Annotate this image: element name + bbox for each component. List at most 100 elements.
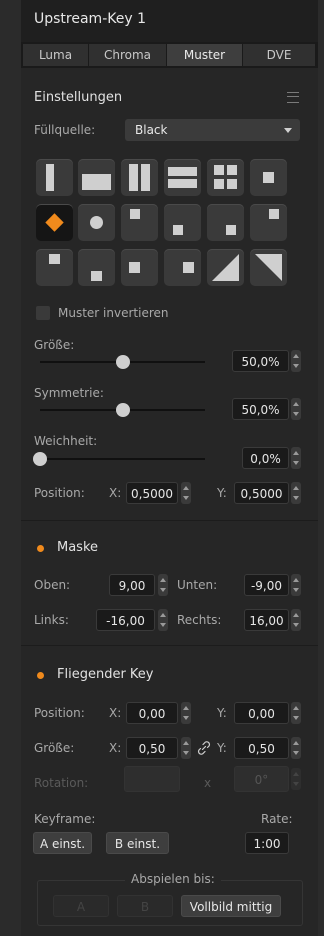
symmetry-value-field[interactable]: 50,0% <box>232 398 289 420</box>
pattern-shape <box>227 165 237 175</box>
size-stepper[interactable] <box>291 350 301 372</box>
fk-position-x-stepper[interactable] <box>181 702 191 724</box>
fk-position-y-field[interactable]: 0,00 <box>234 702 289 724</box>
softness-value-field[interactable]: 0,0% <box>242 447 289 469</box>
fill-source-label: Füllquelle: <box>34 123 96 137</box>
pattern-shape <box>91 271 102 281</box>
fk-rotation-count-field <box>124 766 180 792</box>
pattern-bottom-left-box-button[interactable] <box>164 204 201 241</box>
mask-bottom-stepper[interactable] <box>291 574 301 596</box>
pattern-shape <box>269 209 279 219</box>
rate-field[interactable]: 1:00 <box>245 832 289 854</box>
symmetry-slider-knob[interactable] <box>115 403 130 417</box>
pattern-circle-button[interactable] <box>78 204 115 241</box>
pattern-shape <box>129 164 138 191</box>
invert-pattern-checkbox[interactable] <box>36 306 50 320</box>
position-x-stepper[interactable] <box>181 482 191 504</box>
softness-slider-track[interactable] <box>40 458 205 460</box>
size-value-field[interactable]: 50,0% <box>232 350 289 372</box>
pattern-top-right-box-button[interactable] <box>250 204 287 241</box>
mask-right-stepper[interactable] <box>291 609 301 631</box>
diagonal-wipe-left-icon <box>212 254 239 281</box>
pattern-shape <box>173 225 183 235</box>
mask-left-stepper[interactable] <box>158 609 168 631</box>
diamond-icon <box>45 213 64 232</box>
fk-size-x-stepper[interactable] <box>181 737 191 759</box>
fk-rotation-label: Rotation: <box>34 776 89 790</box>
pattern-shape <box>130 209 140 219</box>
fill-source-value: Black <box>135 123 168 137</box>
fk-position-x-label: X: <box>109 706 122 720</box>
fk-position-y-stepper[interactable] <box>291 702 301 724</box>
set-b-button[interactable]: B einst. <box>106 832 169 854</box>
fk-position-y-label: Y: <box>217 706 227 720</box>
mask-right-label: Rechts: <box>177 613 222 627</box>
fk-rotation-x-label: x <box>204 776 212 790</box>
pattern-horizontal-bar-button[interactable] <box>78 159 115 196</box>
pattern-shape <box>82 174 111 190</box>
symmetry-stepper[interactable] <box>291 398 301 420</box>
pattern-right-center-box-button[interactable] <box>164 249 201 286</box>
position-y-field[interactable]: 0,5000 <box>234 482 289 504</box>
fk-rotation-field: 0° <box>234 766 289 792</box>
pattern-diamond-button[interactable] <box>36 204 73 241</box>
diagonal-wipe-right-icon <box>255 254 282 281</box>
pattern-shape <box>214 179 224 189</box>
title-bar: Upstream-Key 1 <box>21 0 318 42</box>
play-to-full-center-button[interactable]: Vollbild mittig <box>181 895 281 917</box>
pattern-bottom-right-box-button[interactable] <box>207 204 244 241</box>
flying-key-enabled-indicator[interactable] <box>37 672 44 679</box>
mask-bottom-label: Unten: <box>177 578 218 592</box>
size-slider-knob[interactable] <box>115 355 130 369</box>
mask-heading: Maske <box>57 540 99 555</box>
menu-icon[interactable] <box>287 92 299 103</box>
tab-bar: Luma Chroma Muster DVE <box>21 42 318 68</box>
tab-chroma[interactable]: Chroma <box>89 44 167 66</box>
pattern-shape <box>168 179 197 188</box>
upstream-key-panel: Upstream-Key 1 Luma Chroma Muster DVE Ei… <box>21 0 318 936</box>
softness-slider-knob[interactable] <box>33 452 47 466</box>
tab-muster[interactable]: Muster <box>167 44 243 66</box>
position-y-label: Y: <box>217 486 227 500</box>
keyframe-label: Keyframe: <box>34 812 96 826</box>
fill-source-dropdown[interactable]: Black <box>125 119 300 141</box>
position-x-label: X: <box>109 486 122 500</box>
mask-left-field[interactable]: -16,00 <box>96 609 155 631</box>
pattern-diagonal-left-button[interactable] <box>207 249 244 286</box>
mask-top-stepper[interactable] <box>158 574 168 596</box>
mask-enabled-indicator[interactable] <box>37 545 44 552</box>
fk-size-x-field[interactable]: 0,50 <box>126 737 178 759</box>
play-to-b-button[interactable]: B <box>117 895 173 917</box>
pattern-two-horizontal-bars-button[interactable] <box>164 159 201 196</box>
pattern-shape <box>129 262 140 273</box>
link-icon[interactable] <box>197 741 211 755</box>
play-to-a-button[interactable]: A <box>53 895 109 917</box>
tab-luma[interactable]: Luma <box>23 44 89 66</box>
pattern-four-squares-button[interactable] <box>207 159 244 196</box>
pattern-shape <box>263 172 274 183</box>
softness-stepper[interactable] <box>291 447 301 469</box>
mask-top-field[interactable]: 9,00 <box>109 574 155 596</box>
fk-position-x-field[interactable]: 0,00 <box>126 702 178 724</box>
fk-size-y-field[interactable]: 0,50 <box>234 737 289 759</box>
mask-right-field[interactable]: 16,00 <box>244 609 289 631</box>
softness-label: Weichheit: <box>34 434 98 448</box>
pattern-diagonal-right-button[interactable] <box>250 249 287 286</box>
position-y-stepper[interactable] <box>291 482 301 504</box>
pattern-left-bar-button[interactable] <box>36 159 73 196</box>
pattern-top-left-box-button[interactable] <box>121 204 158 241</box>
mask-left-label: Links: <box>34 613 69 627</box>
pattern-center-square-button[interactable] <box>250 159 287 196</box>
tab-dve[interactable]: DVE <box>243 44 316 66</box>
pattern-two-vertical-bars-button[interactable] <box>121 159 158 196</box>
position-x-field[interactable]: 0,5000 <box>126 482 178 504</box>
set-a-button[interactable]: A einst. <box>33 832 92 854</box>
mask-bottom-field[interactable]: -9,00 <box>244 574 289 596</box>
pattern-shape <box>226 225 236 235</box>
pattern-top-center-box-button[interactable] <box>36 249 73 286</box>
chevron-down-icon <box>284 128 292 133</box>
pattern-left-center-box-button[interactable] <box>121 249 158 286</box>
pattern-bottom-center-box-button[interactable] <box>78 249 115 286</box>
fk-size-x-label: X: <box>109 741 122 755</box>
fk-size-y-stepper[interactable] <box>291 737 301 759</box>
